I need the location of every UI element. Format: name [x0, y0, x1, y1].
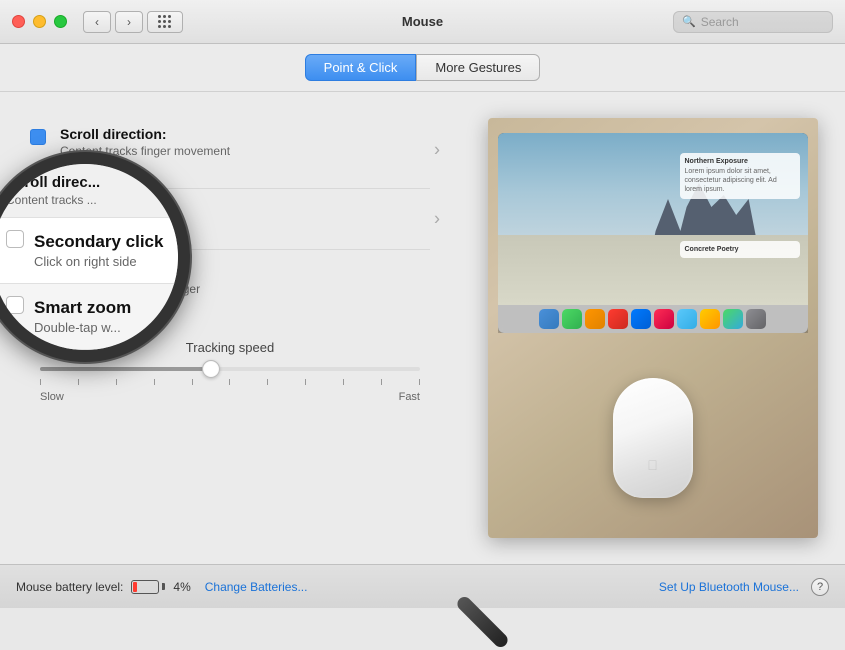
magnifier-content: Scroll direc... Content tracks ... Secon…: [0, 164, 178, 350]
mountain-scene: Northern Exposure Lorem ipsum dolor sit …: [498, 133, 808, 333]
battery-body: [131, 580, 159, 594]
dock-icon-4: [608, 309, 628, 329]
mag-scroll-title: Scroll direc...: [6, 174, 164, 191]
dock-icon-7: [677, 309, 697, 329]
preview-card-1: Northern Exposure Lorem ipsum dolor sit …: [680, 153, 800, 199]
titlebar: ‹ › Mouse 🔍: [0, 0, 845, 44]
dock-icon-9: [723, 309, 743, 329]
apple-logo: : [645, 457, 661, 473]
grid-icon: [158, 15, 172, 29]
mag-secondary-sub: Click on right side: [34, 254, 163, 269]
bottom-right: Set Up Bluetooth Mouse... ?: [659, 578, 829, 596]
mag-item-smartzoom: Smart zoom Double-tap w...: [0, 284, 178, 350]
battery-section: Mouse battery level: 4% Change Batteries…: [16, 580, 307, 594]
arrow-icon: ›: [434, 140, 440, 161]
change-batteries-button[interactable]: Change Batteries...: [205, 580, 308, 594]
battery-percent: 4%: [173, 580, 190, 594]
battery-fill: [133, 582, 137, 592]
mouse-preview: : [613, 378, 693, 508]
search-box[interactable]: 🔍: [673, 11, 833, 33]
window-title: Mouse: [402, 14, 443, 29]
tab-more-gestures[interactable]: More Gestures: [416, 54, 540, 81]
slider-ticks: [40, 377, 420, 387]
maximize-button[interactable]: [54, 15, 67, 28]
mag-checkbox-secondary: [6, 230, 24, 248]
dock-icon-6: [654, 309, 674, 329]
dock-icon-3: [585, 309, 605, 329]
right-panel: Northern Exposure Lorem ipsum dolor sit …: [460, 92, 845, 564]
mag-checkbox-smartzoom: [6, 296, 24, 314]
search-input[interactable]: [701, 15, 821, 29]
secondary-arrow-icon: ›: [434, 209, 440, 230]
battery-icon: [131, 580, 165, 594]
mag-item-secondary: Secondary click Click on right side: [0, 218, 178, 284]
dock-icon-5: [631, 309, 651, 329]
slider-fast-label: Fast: [399, 391, 420, 403]
traffic-lights: [12, 15, 67, 28]
battery-label: Mouse battery level:: [16, 580, 123, 594]
tab-point-click[interactable]: Point & Click: [305, 54, 417, 81]
battery-tip: [162, 583, 165, 590]
preview-container: Northern Exposure Lorem ipsum dolor sit …: [488, 118, 818, 538]
preview-mac-screen: Northern Exposure Lorem ipsum dolor sit …: [498, 133, 808, 333]
search-icon: 🔍: [682, 15, 696, 28]
mouse-body: : [613, 378, 693, 498]
checkbox-scroll-direction[interactable]: [30, 129, 46, 145]
mag-item-scroll: Scroll direc... Content tracks ...: [0, 164, 178, 218]
back-button[interactable]: ‹: [83, 11, 111, 33]
mag-smartzoom-sub: Double-tap w...: [34, 320, 131, 335]
slider-container: Slow Fast: [30, 367, 430, 403]
card1-title: Northern Exposure: [685, 158, 795, 165]
left-panel: Scroll direction: Content tracks finger …: [0, 92, 460, 564]
grid-button[interactable]: [147, 11, 183, 33]
main-content: Scroll direction: Content tracks finger …: [0, 92, 845, 564]
help-button[interactable]: ?: [811, 578, 829, 596]
mag-secondary-title: Secondary click: [34, 232, 163, 252]
bottom-bar: Mouse battery level: 4% Change Batteries…: [0, 564, 845, 608]
card1-text: Lorem ipsum dolor sit amet, consectetur …: [685, 167, 795, 194]
dock-icon-8: [700, 309, 720, 329]
mag-scroll-sub: Content tracks ...: [6, 193, 164, 207]
magnifier: Scroll direc... Content tracks ... Secon…: [0, 152, 190, 362]
setup-bluetooth-button[interactable]: Set Up Bluetooth Mouse...: [659, 580, 799, 594]
slider-labels: Slow Fast: [40, 391, 420, 403]
tabs-bar: Point & Click More Gestures: [0, 44, 845, 92]
close-button[interactable]: [12, 15, 25, 28]
forward-button[interactable]: ›: [115, 11, 143, 33]
dock-icon-1: [539, 309, 559, 329]
preview-card-2: Concrete Poetry: [680, 241, 800, 258]
dock-icon-2: [562, 309, 582, 329]
slider-thumb[interactable]: [202, 360, 220, 378]
nav-buttons: ‹ ›: [83, 11, 143, 33]
slider-slow-label: Slow: [40, 391, 64, 403]
card2-title: Concrete Poetry: [685, 246, 795, 253]
minimize-button[interactable]: [33, 15, 46, 28]
scroll-direction-title: Scroll direction:: [60, 126, 230, 142]
dock-icon-10: [746, 309, 766, 329]
mag-smartzoom-title: Smart zoom: [34, 298, 131, 318]
slider-track: [40, 367, 420, 371]
preview-dock: [498, 305, 808, 333]
